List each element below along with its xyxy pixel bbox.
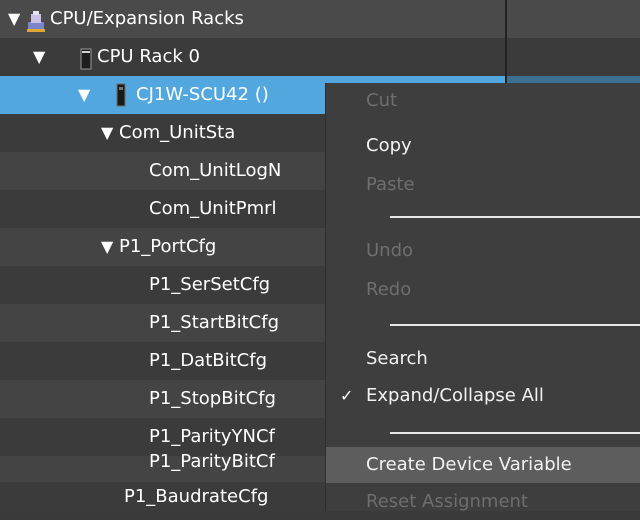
menu-separator <box>390 324 640 326</box>
tree-label: Com_UnitLogN <box>149 160 282 181</box>
menu-item-label: Reset Assignment <box>366 491 528 512</box>
menu-item-label: Copy <box>366 135 412 156</box>
menu-item-redo[interactable]: Redo <box>326 272 640 308</box>
tree-label: Com_UnitSta <box>119 122 236 143</box>
menu-item-expand-collapse-all[interactable]: ✓ Expand/Collapse All <box>326 378 640 414</box>
context-menu: Cut Copy Paste Undo Redo Search ✓ Expand… <box>326 83 640 512</box>
tree-label: P1_StartBitCfg <box>149 312 280 333</box>
tree-label: Com_UnitPmrl <box>149 198 277 219</box>
menu-item-search[interactable]: Search <box>326 341 640 377</box>
expand-arrow-icon[interactable]: ▼ <box>101 114 113 152</box>
tree-label: P1_StopBitCfg <box>149 388 276 409</box>
menu-item-cut[interactable]: Cut <box>326 83 640 119</box>
menu-item-label: Undo <box>366 240 414 261</box>
menu-item-label: Expand/Collapse All <box>366 385 544 406</box>
tree-label: P1_PortCfg <box>119 236 217 257</box>
tree-label: CJ1W-SCU42 () <box>136 84 269 105</box>
menu-item-label: Cut <box>366 90 398 111</box>
tree-row-cpu-rack-0[interactable]: ▼ CPU Rack 0 <box>0 38 640 76</box>
menu-item-label: Search <box>366 348 428 369</box>
menu-item-label: Create Device Variable <box>366 454 572 475</box>
tree-row-cpu-expansion-racks[interactable]: ▼ CPU/Expansion Racks <box>0 0 640 38</box>
menu-item-label: Paste <box>366 174 415 195</box>
menu-item-undo[interactable]: Undo <box>326 233 640 269</box>
expand-arrow-icon[interactable]: ▼ <box>101 228 113 266</box>
menu-separator <box>390 216 640 218</box>
tree-label: CPU/Expansion Racks <box>50 8 244 29</box>
expand-arrow-icon[interactable]: ▼ <box>8 0 20 38</box>
tree-label: P1_DatBitCfg <box>149 350 267 371</box>
menu-item-label: Redo <box>366 279 412 300</box>
menu-separator <box>390 432 640 434</box>
menu-item-copy[interactable]: Copy <box>326 128 640 164</box>
tree-label: P1_ParityBitCf <box>149 451 275 472</box>
tree-label: CPU Rack 0 <box>97 46 200 67</box>
tree-label: P1_SerSetCfg <box>149 274 271 295</box>
expand-arrow-icon[interactable]: ▼ <box>33 38 45 76</box>
menu-item-paste[interactable]: Paste <box>326 167 640 203</box>
menu-item-create-device-variable[interactable]: Create Device Variable <box>326 447 640 483</box>
menu-item-reset-assignment[interactable]: Reset Assignment <box>326 484 640 520</box>
checkmark-icon: ✓ <box>340 386 354 405</box>
expand-arrow-icon[interactable]: ▼ <box>78 76 90 114</box>
tree-label: P1_BaudrateCfg <box>124 486 269 507</box>
